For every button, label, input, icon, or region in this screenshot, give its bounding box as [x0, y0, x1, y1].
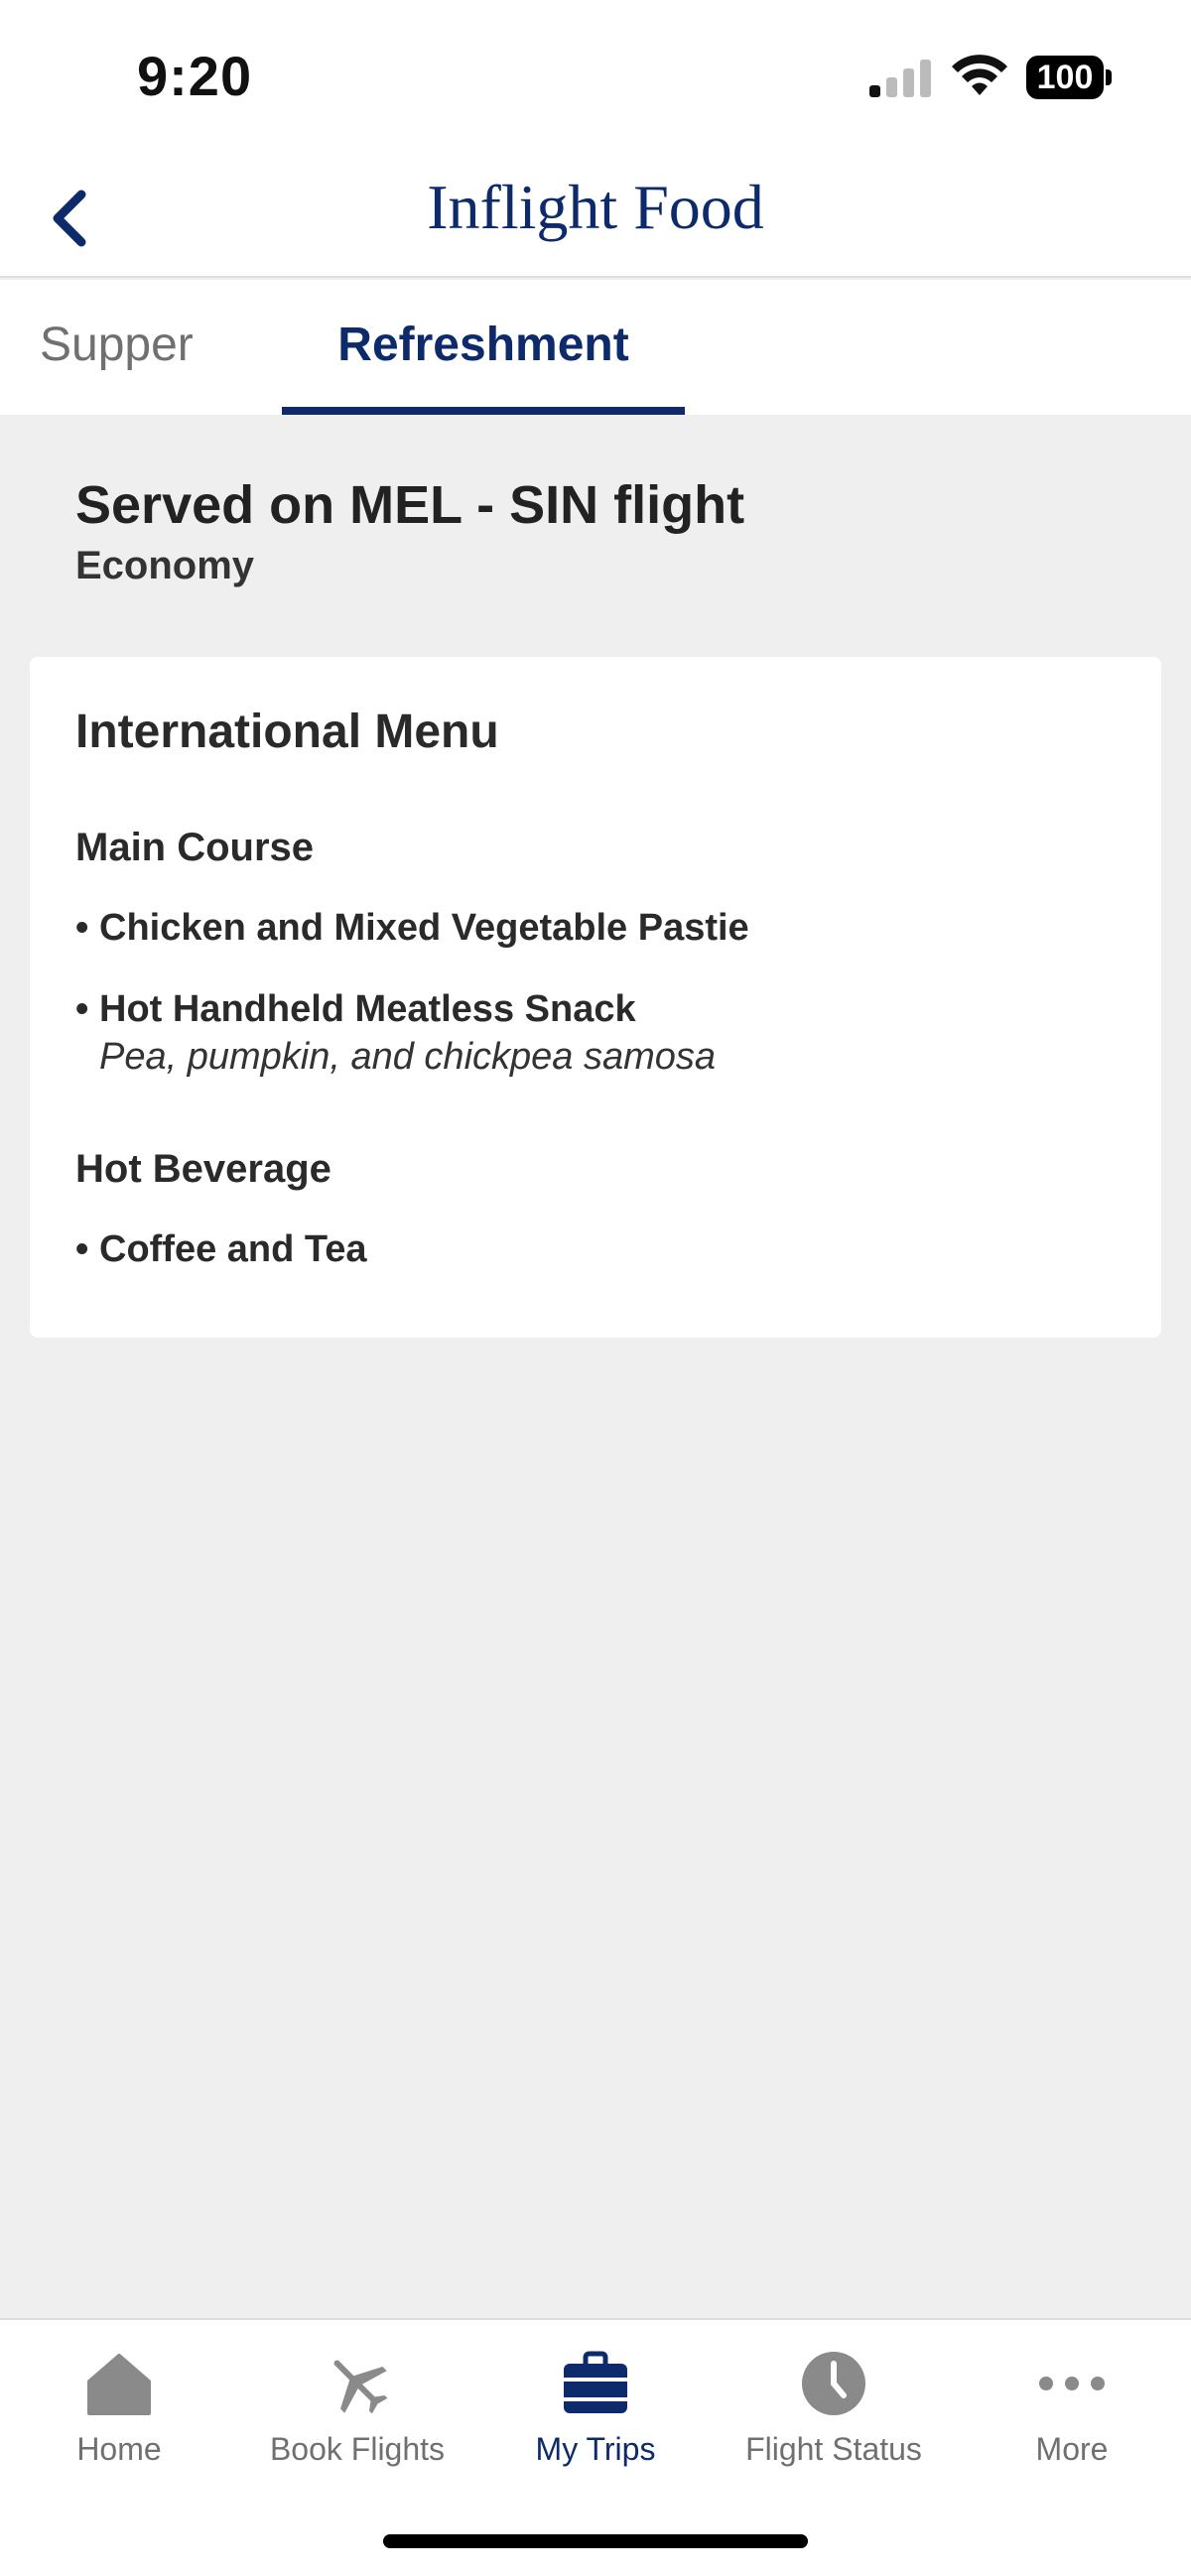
section-title-main-course: Main Course [75, 826, 315, 869]
suitcase-icon [564, 2351, 627, 2413]
tabbar-item-my-trips[interactable]: My Trips [476, 2320, 715, 2499]
airplane-icon [333, 2360, 388, 2414]
cabin-class: Economy [75, 544, 255, 587]
tabbar-item-flight-status[interactable]: Flight Status [715, 2320, 953, 2499]
section-title-hot-beverage: Hot Beverage [75, 1147, 331, 1191]
menu-item-name: Coffee and Tea [99, 1228, 367, 1270]
bullet: • [75, 1228, 89, 1270]
served-on-heading: Served on MEL - SIN flight [75, 475, 745, 535]
nav-header: Inflight Food [0, 159, 1191, 278]
battery-icon: 100 [1026, 56, 1112, 99]
battery-level: 100 [1026, 56, 1104, 99]
more-dots-icon [1039, 2377, 1105, 2390]
meal-tabs: Supper Refreshment [0, 280, 1191, 415]
tab-supper[interactable]: Supper [40, 280, 238, 415]
tabbar-item-home[interactable]: Home [0, 2320, 238, 2499]
tabbar-item-more[interactable]: More [953, 2320, 1191, 2499]
battery-tip [1106, 69, 1112, 85]
home-indicator[interactable] [383, 2534, 808, 2548]
status-bar: 9:20 100 [0, 0, 1191, 159]
wifi-icon [952, 55, 1007, 95]
active-tab-indicator [282, 407, 685, 415]
menu-card: International Menu Main Course • Chicken … [30, 657, 1161, 1338]
menu-item: • Coffee and Tea [75, 1228, 367, 1271]
tabbar-item-book-flights[interactable]: Book Flights [238, 2320, 476, 2499]
tab-refreshment[interactable]: Refreshment [282, 280, 685, 415]
tabbar-label: Book Flights [269, 2431, 446, 2467]
signal-icon [869, 60, 931, 97]
home-icon [87, 2354, 151, 2415]
menu-item: • Hot Handheld Meatless Snack [75, 988, 636, 1031]
menu-item-name: Hot Handheld Meatless Snack [99, 988, 636, 1030]
page-title: Inflight Food [427, 172, 764, 242]
tabbar-label: Flight Status [745, 2431, 922, 2467]
menu-title: International Menu [75, 706, 499, 758]
tabbar-label: My Trips [535, 2431, 656, 2467]
inflight-food-screen: 9:20 100 Inflight Food Supper Refreshmen… [0, 0, 1191, 2576]
clock-icon [802, 2352, 865, 2415]
menu-item: • Chicken and Mixed Vegetable Pastie [75, 907, 749, 950]
menu-item-name: Chicken and Mixed Vegetable Pastie [99, 907, 749, 949]
menu-item-description: Pea, pumpkin, and chickpea samosa [99, 1036, 717, 1078]
tabbar-label: Home [76, 2431, 162, 2467]
bullet: • [75, 988, 89, 1030]
tabbar-label: More [1035, 2431, 1109, 2467]
status-time: 9:20 [137, 45, 253, 107]
bullet: • [75, 907, 89, 949]
